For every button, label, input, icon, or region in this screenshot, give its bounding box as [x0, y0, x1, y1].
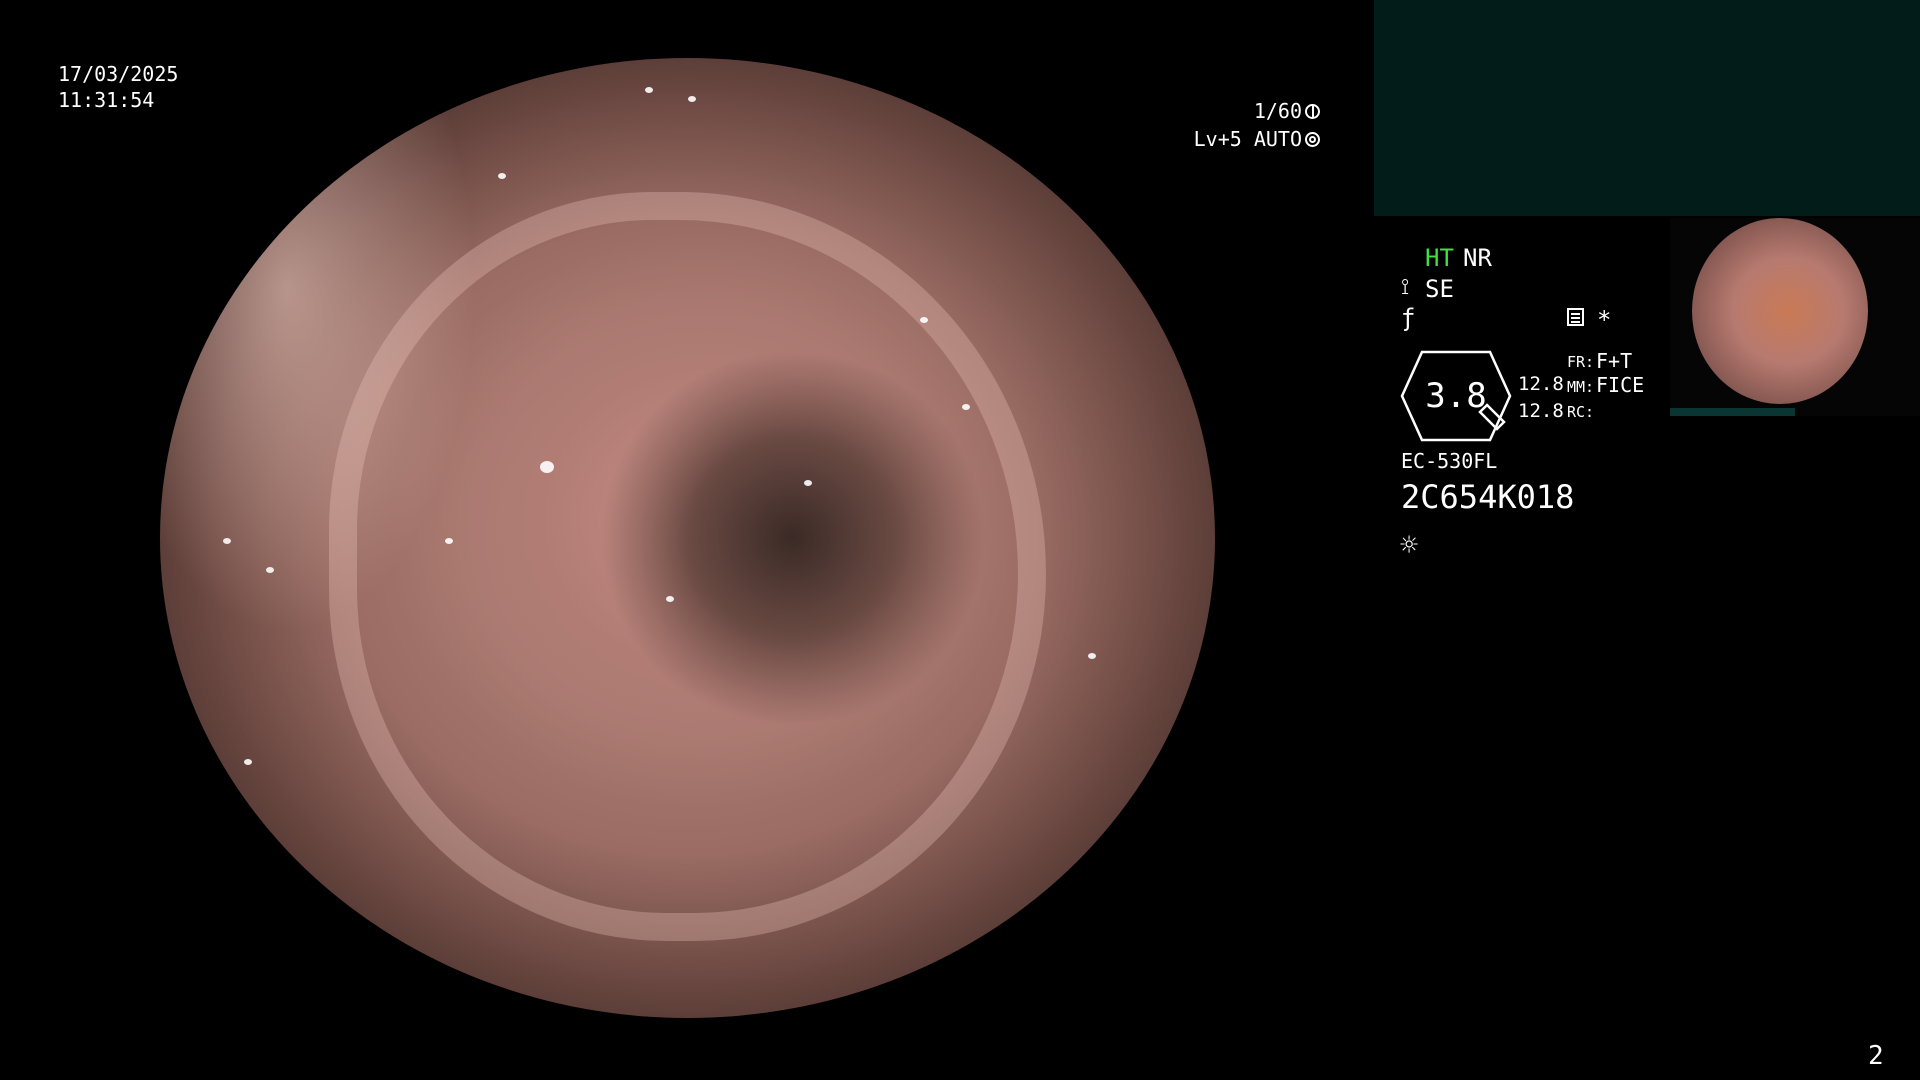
thumbnail-image: [1692, 218, 1868, 404]
thumbnail-preview[interactable]: [1670, 218, 1920, 416]
asterisk-marker: *: [1597, 306, 1612, 334]
shutter-value: 1/60: [1253, 99, 1302, 123]
level-value: Lv+5 AUTO: [1193, 127, 1302, 151]
shutter-icon: [1305, 104, 1320, 119]
endoscopic-view: [160, 58, 1215, 1018]
zoom-value: 3.8: [1425, 376, 1487, 416]
structure-enhance-icon: ⟟: [1401, 275, 1410, 300]
rc-label: RC:: [1567, 403, 1595, 421]
mm-value: FICE: [1596, 373, 1645, 397]
fr-label: FR:: [1567, 353, 1595, 371]
f-icon: ƒ: [1401, 304, 1416, 332]
nr-indicator: NR: [1463, 244, 1492, 272]
fr-value: F+T: [1596, 349, 1633, 373]
shutter-speed: 1/60: [1254, 98, 1320, 124]
zoom-indicator: 3.8: [1400, 350, 1512, 442]
scope-serial: 2C654K018: [1401, 478, 1575, 516]
se-indicator: SE: [1425, 275, 1454, 303]
thumbnail-bar: [1670, 408, 1795, 416]
value-2: 12.8: [1518, 400, 1564, 422]
info-panel: [1374, 0, 1920, 216]
brightness-level: Lv+5 AUTO: [1194, 126, 1320, 152]
page-number: 2: [1868, 1041, 1884, 1071]
auto-iris-icon: [1305, 132, 1320, 147]
menu-icon: [1567, 308, 1584, 326]
scope-model: EC-530FL: [1401, 449, 1498, 473]
value-1: 12.8: [1518, 373, 1564, 395]
ht-indicator: HT: [1425, 244, 1454, 272]
light-icon: ☼: [1400, 528, 1419, 563]
time-display: 11:31:54: [58, 88, 155, 112]
mm-label: MM:: [1567, 378, 1595, 396]
